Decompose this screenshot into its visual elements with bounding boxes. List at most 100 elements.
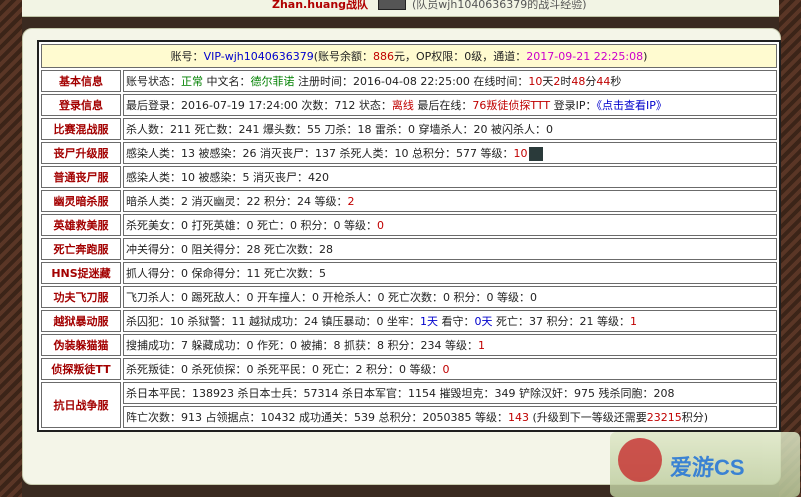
row-value: 杀人数：211 死亡数：241 爆头数：55 刀杀：18 雷杀：0 穿墙杀人：2…	[123, 118, 777, 140]
value-segment: 天	[542, 75, 554, 88]
logo-mark-icon	[618, 438, 662, 482]
value-segment: 抓人得分：0 保命得分：11 死亡次数：5	[126, 267, 326, 280]
row-label: 幽灵暗杀服	[41, 190, 121, 212]
value-segment: 积分)	[681, 411, 709, 424]
stats-row: 登录信息 最后登录：2016-07-19 17:24:00 次数：712 状态：离…	[41, 94, 777, 116]
stats-table: 账号：VIP-wjh1040636379(账号余额：886元，OP权限：0级，通…	[37, 40, 781, 432]
value-segment: 死亡：37 积分：21 等级：	[492, 315, 630, 328]
op-level: 0级，通道：	[464, 50, 527, 63]
value-segment: 0	[376, 219, 384, 232]
value-segment: 0	[442, 363, 450, 376]
stats-row: 阵亡次数：913 占领据点：10432 成功通关：539 总积分：2050385…	[41, 406, 777, 428]
row-label: 侦探叛徒TT	[41, 358, 121, 380]
account-label: 账号：	[170, 50, 204, 63]
row-label: 英雄救美服	[41, 214, 121, 236]
value-segment: 感染人类：10 被感染：5 消灭丧尸：420	[126, 171, 329, 184]
row-value: 感染人类：13 被感染：26 消灭丧尸：137 杀死人类：10 总积分：577 …	[123, 142, 777, 164]
left-border	[0, 0, 22, 497]
row-label: 普通丧尸服	[41, 166, 121, 188]
value-segment: 秒	[610, 75, 622, 88]
team-badge-icon	[378, 0, 406, 10]
stats-row: 幽灵暗杀服 暗杀人类：2 消灭幽灵：22 积分：24 等级：2	[41, 190, 777, 212]
value-segment[interactable]: 《点击查看IP》	[596, 99, 666, 112]
value-segment: 搜捕成功：7 躲藏成功：0 作死：0 被捕：8 抓获：8 积分：234 等级：	[126, 339, 478, 352]
row-value: 冲关得分：0 阻关得分：28 死亡次数：28	[123, 238, 777, 260]
row-label: 伪装躲猫猫	[41, 334, 121, 356]
row-label: 死亡奔跑服	[41, 238, 121, 260]
value-segment: 10	[528, 75, 543, 88]
stats-row: 功夫飞刀服 飞刀杀人：0 踢死敌人：0 开车撞人：0 开枪杀人：0 死亡次数：0 …	[41, 286, 777, 308]
row-label: 抗日战争服	[41, 382, 121, 428]
value-segment: 杀日本平民：138923 杀日本士兵：57314 杀日本军官：1154 摧毁坦克…	[126, 387, 675, 400]
value-segment: 23215	[646, 411, 682, 424]
balance-value: 886	[373, 50, 394, 63]
row-value: 杀死美女：0 打死英雄：0 死亡：0 积分：0 等级：0	[123, 214, 777, 236]
row-label: 丧尸升级服	[41, 142, 121, 164]
value-segment: 德尔菲诺	[250, 75, 295, 88]
stats-row: 越狱暴动服 杀囚犯：10 杀狱警：11 越狱成功：24 镇压暴动：0 坐牢：1天 …	[41, 310, 777, 332]
balance-unit: 元，OP权限：	[394, 50, 465, 63]
row-value: 飞刀杀人：0 踢死敌人：0 开车撞人：0 开枪杀人：0 死亡次数：0 积分：0 …	[123, 286, 777, 308]
value-segment: 杀死叛徒：0 杀死侦探：0 杀死平民：0 死亡：2 积分：0 等级：	[126, 363, 443, 376]
member-caption: (队员wjh1040636379的战斗经验)	[412, 0, 587, 11]
account-header: 账号：VIP-wjh1040636379(账号余额：886元，OP权限：0级，通…	[41, 44, 777, 68]
stats-row: HNS捉迷藏 抓人得分：0 保命得分：11 死亡次数：5	[41, 262, 777, 284]
value-segment: 1天	[419, 315, 438, 328]
value-segment: 143	[507, 411, 529, 424]
row-label: 功夫飞刀服	[41, 286, 121, 308]
account-header-row: 账号：VIP-wjh1040636379(账号余额：886元，OP权限：0级，通…	[41, 44, 777, 68]
watermark-logo: 爱游CS	[610, 432, 800, 497]
stats-row: 普通丧尸服 感染人类：10 被感染：5 消灭丧尸：420	[41, 166, 777, 188]
level-icon	[529, 147, 544, 161]
value-segment: 2	[347, 195, 355, 208]
logo-text: 爱游CS	[670, 455, 745, 480]
team-name: Zhan.huang战队	[272, 0, 369, 11]
row-label: HNS捉迷藏	[41, 262, 121, 284]
value-segment: 感染人类：13 被感染：26 消灭丧尸：137 杀死人类：10 总积分：577 …	[126, 147, 514, 160]
row-value: 最后登录：2016-07-19 17:24:00 次数：712 状态：离线 最后…	[123, 94, 777, 116]
right-border	[779, 0, 801, 497]
value-segment: 1	[629, 315, 637, 328]
row-value: 暗杀人类：2 消灭幽灵：22 积分：24 等级：2	[123, 190, 777, 212]
value-segment: 暗杀人类：2 消灭幽灵：22 积分：24 等级：	[126, 195, 348, 208]
value-segment: 最后登录：2016-07-19 17:24:00 次数：712 状态：	[126, 99, 392, 112]
account-id: VIP-wjh1040636379	[203, 50, 314, 63]
header-time: 2017-09-21 22:25:08	[526, 50, 644, 63]
stats-row: 伪装躲猫猫 搜捕成功：7 躲藏成功：0 作死：0 被捕：8 抓获：8 积分：234…	[41, 334, 777, 356]
stats-row: 比赛混战服 杀人数：211 死亡数：241 爆头数：55 刀杀：18 雷杀：0 穿…	[41, 118, 777, 140]
value-segment: 正常	[181, 75, 203, 88]
value-segment: 杀囚犯：10 杀狱警：11 越狱成功：24 镇压暴动：0 坐牢：	[126, 315, 420, 328]
value-segment: 看守：	[437, 315, 475, 328]
row-label: 比赛混战服	[41, 118, 121, 140]
value-segment: 飞刀杀人：0 踢死敌人：0 开车撞人：0 开枪杀人：0 死亡次数：0 积分：0 …	[126, 291, 537, 304]
value-segment: 48	[571, 75, 586, 88]
value-segment: 76叛徒侦探TTT	[472, 99, 551, 112]
header-close: )	[643, 50, 648, 63]
value-segment: 时	[560, 75, 572, 88]
value-segment: 0天	[474, 315, 493, 328]
value-segment: (升级到下一等级还需要	[528, 411, 647, 424]
value-segment: 杀人数：211 死亡数：241 爆头数：55 刀杀：18 雷杀：0 穿墙杀人：2…	[126, 123, 553, 136]
row-value: 杀死叛徒：0 杀死侦探：0 杀死平民：0 死亡：2 积分：0 等级：0	[123, 358, 777, 380]
stats-row: 侦探叛徒TT 杀死叛徒：0 杀死侦探：0 杀死平民：0 死亡：2 积分：0 等级：…	[41, 358, 777, 380]
row-value: 杀囚犯：10 杀狱警：11 越狱成功：24 镇压暴动：0 坐牢：1天 看守：0天…	[123, 310, 777, 332]
row-label: 基本信息	[41, 70, 121, 92]
value-segment: 10	[513, 147, 528, 160]
row-value: 抓人得分：0 保命得分：11 死亡次数：5	[123, 262, 777, 284]
row-label: 越狱暴动服	[41, 310, 121, 332]
value-segment: 账号状态：	[126, 75, 181, 88]
row-value: 感染人类：10 被感染：5 消灭丧尸：420	[123, 166, 777, 188]
stats-row: 基本信息 账号状态：正常 中文名：德尔菲诺 注册时间：2016-04-08 22:…	[41, 70, 777, 92]
value-segment: 注册时间：2016-04-08 22:25:00 在线时间：	[294, 75, 529, 88]
value-segment: 44	[596, 75, 611, 88]
value-segment: 登录IP：	[550, 99, 597, 112]
balance-label: (账号余额：	[313, 50, 373, 63]
value-segment: 冲关得分：0 阻关得分：28 死亡次数：28	[126, 243, 333, 256]
value-segment: 阵亡次数：913 占领据点：10432 成功通关：539 总积分：2050385…	[126, 411, 508, 424]
row-label: 登录信息	[41, 94, 121, 116]
row-value: 杀日本平民：138923 杀日本士兵：57314 杀日本军官：1154 摧毁坦克…	[123, 382, 777, 404]
row-value: 阵亡次数：913 占领据点：10432 成功通关：539 总积分：2050385…	[123, 406, 777, 428]
stats-row: 英雄救美服 杀死美女：0 打死英雄：0 死亡：0 积分：0 等级：0	[41, 214, 777, 236]
value-segment: 1	[477, 339, 485, 352]
row-value: 账号状态：正常 中文名：德尔菲诺 注册时间：2016-04-08 22:25:0…	[123, 70, 777, 92]
